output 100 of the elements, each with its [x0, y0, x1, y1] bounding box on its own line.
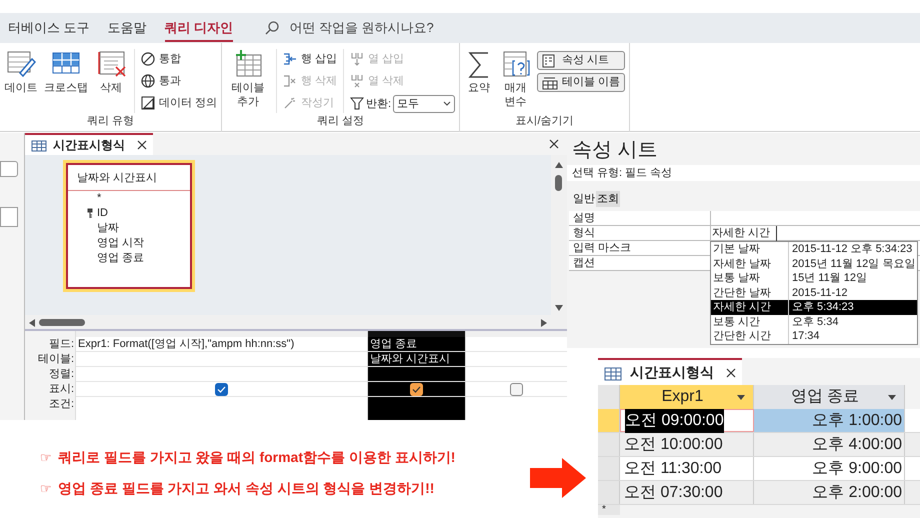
- close-icon: [549, 139, 559, 149]
- ribbon-button[interactable]: 통과: [140, 73, 217, 89]
- record-selector[interactable]: [598, 409, 620, 432]
- caret-icon: [443, 101, 451, 107]
- search-icon: [265, 21, 280, 35]
- table-cell[interactable]: 오후 4:00:00: [812, 432, 902, 456]
- note-text: 쿼리로 필드를 가지고 왔을 때의 format함수를 이용한 표시하기!: [58, 448, 456, 467]
- property-name: 캡션: [569, 256, 710, 271]
- record-selector[interactable]: [598, 457, 620, 480]
- scrollbar-thumb[interactable]: [39, 319, 85, 326]
- ribbon-button[interactable]: 속성 시트: [536, 51, 625, 70]
- column-insert-icon: [350, 52, 364, 66]
- close-icon: [726, 368, 736, 378]
- show-checkbox[interactable]: [510, 382, 523, 396]
- ribbon-button[interactable]: 행 삽입: [282, 51, 337, 67]
- column-header[interactable]: Expr1: [620, 385, 754, 409]
- column-delete-icon: [350, 74, 364, 88]
- row-label: 조건:: [48, 397, 74, 412]
- return-dropdown[interactable]: 모두: [393, 95, 455, 113]
- ribbon-button[interactable]: 테이블 이름: [536, 73, 625, 92]
- show-checkbox[interactable]: [215, 382, 228, 396]
- select-all-corner[interactable]: [598, 385, 620, 409]
- table-cell[interactable]: 오전 11:30:00: [624, 456, 722, 480]
- format-option[interactable]: 자세한 시간 오후 5:34:23: [711, 300, 917, 314]
- ribbon-button[interactable]: 크로스탭: [44, 49, 88, 112]
- caret-icon: [888, 394, 896, 400]
- group-label: 쿼리 유형: [86, 114, 136, 128]
- scroll-right-icon: [541, 319, 547, 327]
- table-cell[interactable]: 오전 09:00:00: [625, 408, 724, 432]
- row-label: 테이블:: [38, 352, 74, 367]
- table-cell[interactable]: 오후 9:00:00: [812, 456, 902, 480]
- property-value-cell[interactable]: 자세한 시간: [710, 226, 920, 241]
- row-label: 정렬:: [48, 367, 74, 382]
- grid-question-icon: [500, 49, 531, 79]
- table-header-icon: [542, 76, 558, 90]
- globe-icon: [140, 74, 155, 88]
- table-cell[interactable]: 오전 07:30:00: [624, 480, 723, 504]
- scroll-left-icon: [29, 319, 35, 327]
- table-icon: [604, 364, 622, 380]
- funnel-icon: [350, 97, 364, 111]
- row-label: 표시:: [48, 382, 74, 397]
- field-cell[interactable]: Expr1: Format([영업 시작],"ampm hh:nn:ss"): [78, 338, 294, 350]
- ribbon-button[interactable]: 요약: [464, 49, 494, 112]
- panel-title: 속성 시트: [571, 138, 659, 163]
- ribbon-tab[interactable]: 도움말: [108, 14, 147, 42]
- ribbon-tab[interactable]: 터베이스 도구: [8, 14, 90, 42]
- property-value-cell[interactable]: [710, 211, 920, 226]
- search-field[interactable]: 어떤 작업을 원하시나요?: [265, 18, 434, 38]
- field-name[interactable]: ID: [97, 204, 108, 222]
- pointing-hand-marker: ☞: [40, 480, 52, 498]
- scroll-down-icon: [555, 305, 563, 311]
- table-icon: [31, 138, 47, 152]
- property-name: 입력 마스크: [569, 241, 710, 256]
- note-text: 영업 종료 필드를 가지고 와서 속성 시트의 형식을 변경하기!!: [58, 479, 434, 498]
- document-tab[interactable]: 시간표시형식: [25, 133, 153, 155]
- triangle-ruler-icon: [140, 96, 155, 110]
- field-cell[interactable]: 영업 종료: [370, 338, 418, 350]
- table-cell[interactable]: 오전 10:00:00: [624, 432, 723, 456]
- record-selector[interactable]: [598, 481, 620, 504]
- ribbon-button[interactable]: 삭제: [94, 49, 128, 112]
- property-name: 형식: [569, 226, 710, 241]
- field-name[interactable]: 영업 종료: [97, 250, 144, 266]
- row-delete-icon: [282, 74, 297, 88]
- ribbon-button[interactable]: 데이트: [4, 49, 38, 112]
- record-selector[interactable]: [598, 433, 620, 456]
- grid-x-icon: [96, 49, 126, 79]
- ribbon-button[interactable]: 매개 변수: [500, 49, 531, 112]
- new-row-marker: *: [598, 505, 620, 515]
- ribbon-button[interactable]: 테이블 추가: [226, 49, 270, 113]
- table-cell[interactable]: 날짜와 시간표시: [370, 353, 450, 365]
- caret-icon: [737, 394, 745, 400]
- search-placeholder: 어떤 작업을 원하시나요?: [289, 19, 434, 38]
- sheet-tab[interactable]: 조회: [596, 190, 620, 207]
- group-label: 표시/숨기기: [514, 114, 575, 128]
- group-label: 쿼리 설정: [316, 114, 366, 129]
- grid-column[interactable]: 영업 종료 날짜와 시간표시: [367, 331, 465, 420]
- field-name[interactable]: *: [97, 190, 102, 206]
- ribbon-button[interactable]: 통합: [140, 51, 217, 67]
- row-label: 필드:: [48, 337, 74, 352]
- selection-type-label: 선택 유형: 필드 속성: [567, 165, 920, 181]
- column-header[interactable]: 영업 종료: [754, 385, 905, 409]
- document-tab[interactable]: 시간표시형식: [598, 358, 742, 385]
- return-label: 반환:: [366, 96, 391, 112]
- property-name: 설명: [569, 211, 710, 226]
- scrollbar-thumb[interactable]: [555, 175, 562, 191]
- close-icon: [137, 140, 147, 150]
- show-checkbox[interactable]: [410, 382, 423, 396]
- check-icon: [217, 386, 226, 392]
- scroll-up-icon: [555, 162, 563, 168]
- row-insert-icon: [282, 52, 297, 66]
- format-option[interactable]: 보통 시간 오후 5:34: [711, 314, 917, 329]
- wand-icon: [282, 96, 297, 110]
- check-icon: [412, 386, 421, 392]
- field-list-title: 날짜와 시간표시: [68, 165, 190, 190]
- table-cell[interactable]: 오후 2:00:00: [812, 480, 902, 504]
- field-name[interactable]: 영업 시작: [97, 234, 144, 252]
- format-option[interactable]: 자세한 날짜 2015년 11월 12일 목요일: [711, 256, 917, 271]
- field-name[interactable]: 날짜: [97, 220, 119, 236]
- grid-column[interactable]: Expr1: Format([영업 시작],"ampm hh:nn:ss"): [75, 331, 367, 420]
- ribbon-button[interactable]: 데이터 정의: [140, 95, 217, 111]
